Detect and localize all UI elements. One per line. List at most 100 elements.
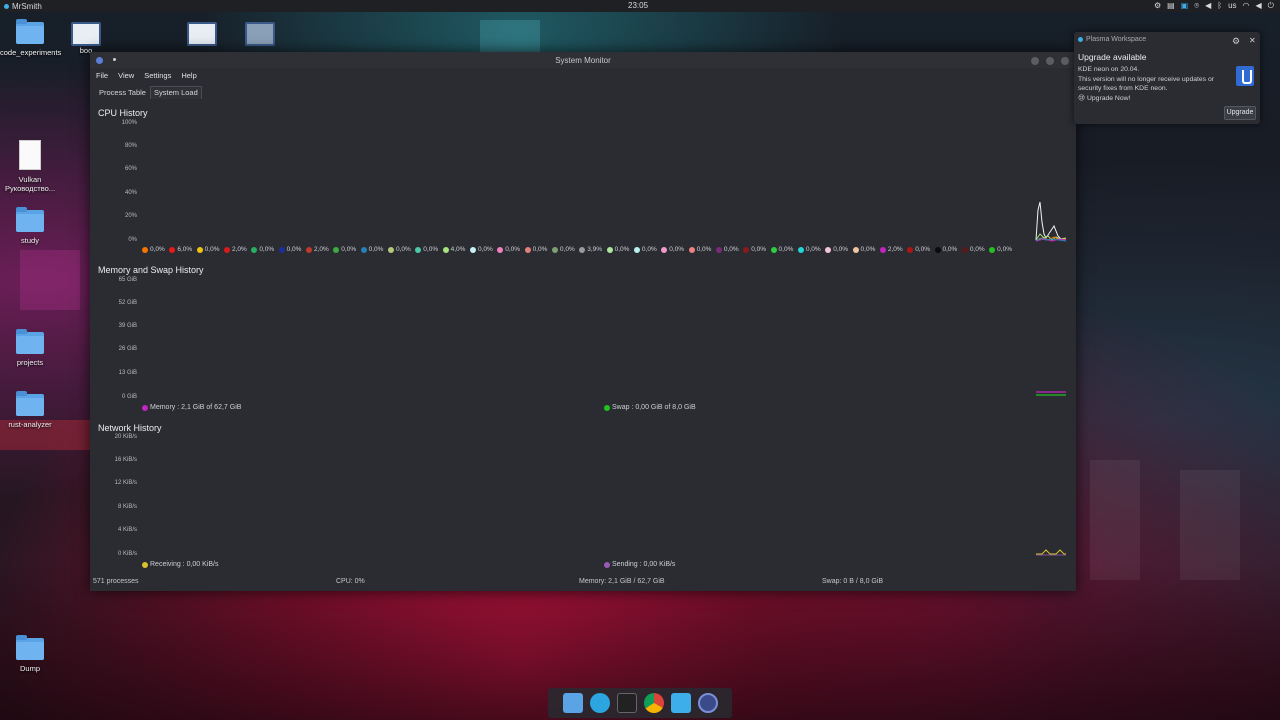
menu-bar: File View Settings Help (90, 70, 207, 82)
chrome-icon[interactable] (643, 693, 664, 713)
cpu-legend-item: 0,0% (333, 246, 356, 253)
wallpaper-detail (20, 250, 80, 310)
desktop-icon-app-2[interactable] (172, 22, 232, 46)
discover-icon[interactable]: ▣ (1181, 0, 1189, 12)
notification-link[interactable]: 😢 Upgrade Now! (1078, 94, 1228, 104)
memory-history-graph (1036, 391, 1066, 396)
menu-view[interactable]: View (118, 70, 134, 82)
location-icon[interactable]: ⌾ (1194, 0, 1199, 12)
kde-neon-icon (1236, 66, 1254, 86)
notification-app-name: Plasma Workspace (1086, 36, 1147, 43)
swap-legend-dot (604, 404, 610, 411)
tab-process-table[interactable]: Process Table (95, 86, 150, 99)
display-icon[interactable]: ⚙ (1154, 0, 1161, 12)
cpu-legend-item: 0,0% (469, 246, 493, 253)
desktop-icon-projects[interactable]: projects (0, 329, 60, 367)
user-menu[interactable]: MrSmith (0, 2, 42, 11)
bluetooth-icon[interactable]: ᛒ (1217, 0, 1222, 12)
cpu-legend-value: 0,0% (860, 246, 876, 253)
cpu-legend-value: 2,0% (231, 246, 247, 253)
desktop-icon-study[interactable]: study (0, 207, 60, 245)
clock[interactable]: 23:05 (628, 1, 648, 10)
notification-heading: Upgrade available (1078, 52, 1147, 62)
username: MrSmith (12, 1, 42, 11)
cpu-legend-item: 0,0% (196, 246, 219, 253)
desktop-icon-label: Vulkan Руководство... (4, 175, 56, 193)
cpu-legend-item: 0,0% (415, 246, 438, 253)
cpu-legend-item: 0,0% (743, 246, 766, 253)
desktop-icon-boo[interactable]: boo (56, 22, 116, 55)
receiving-trace (1036, 549, 1066, 555)
status-cpu: CPU: 0% (336, 578, 365, 585)
cpu-legend-item: 0,0% (278, 246, 302, 253)
clipboard-icon[interactable]: ▤ (1167, 0, 1175, 12)
cpu-legend-value: 0,0% (778, 246, 794, 253)
memory-y-label: 39 GiB (118, 323, 137, 329)
maximize-button[interactable] (1046, 57, 1054, 65)
cpu-legend-dot (333, 246, 340, 253)
cpu-legend-value: 0,0% (833, 246, 849, 253)
cpu-legend: 0,0% 6,0% 0,0% 2,0% 0,0% 0,0% 2,0% 0,0% 0,0% 0,0%… (142, 246, 1017, 253)
cpu-legend-dot (879, 246, 886, 253)
desktop-icon-code-experiments[interactable]: code_experiments (0, 19, 61, 57)
cpu-legend-dot (743, 246, 750, 253)
network-history-graph (1036, 549, 1066, 556)
upgrade-button[interactable]: Upgrade (1224, 106, 1256, 120)
cpu-legend-value: 0,0% (286, 246, 302, 253)
cpu-legend-value: 0,0% (969, 246, 985, 253)
cpu-legend-item: 0,0% (688, 246, 712, 253)
kde-logo-icon (4, 3, 9, 9)
cpu-legend-dot (196, 246, 203, 253)
gear-icon[interactable]: ⚙ (1232, 36, 1240, 47)
cpu-legend-dot (715, 246, 722, 253)
volume-icon-2[interactable]: ◀ (1256, 0, 1262, 12)
cpu-legend-item: 0,0% (770, 246, 794, 253)
system-monitor-window: System Monitor File View Settings Help P… (90, 52, 1076, 591)
cpu-legend-item: 0,0% (961, 246, 985, 253)
power-icon[interactable]: ⏻ (1268, 0, 1274, 12)
cpu-y-label: 80% (124, 143, 137, 149)
telegram-icon[interactable] (589, 693, 610, 713)
cpu-legend-value: 0,0% (751, 246, 767, 253)
cpu-legend-item: 3,9% (579, 246, 602, 253)
desktop-icon-label: study (21, 236, 39, 245)
cpu-legend-dot (278, 246, 285, 253)
desktop-icon-vulkan-doc[interactable]: Vulkan Руководство... (0, 140, 60, 193)
receiving-legend: Receiving : 0,00 KiB/s (142, 561, 218, 568)
discover-icon[interactable] (670, 693, 691, 713)
cpu-legend-value: 0,0% (696, 246, 712, 253)
sending-legend-label: Sending : 0,00 KiB/s (612, 561, 676, 568)
cpu-y-label: 40% (124, 190, 137, 196)
window-titlebar[interactable]: System Monitor (90, 52, 1076, 68)
top-panel: MrSmith 23:05 ⚙ ▤ ▣ ⌾ ◀ ᛒ us ◠ ◀ ⏻ (0, 0, 1280, 12)
desktop-icon-dump[interactable]: Dump (0, 635, 60, 673)
close-icon[interactable]: ✕ (1249, 36, 1256, 45)
cpu-legend-item: 0,0% (852, 246, 876, 253)
memory-y-label: 65 GiB (118, 277, 137, 283)
minimize-button[interactable] (1031, 57, 1039, 65)
cpu-legend-dot (497, 246, 504, 253)
cpu-legend-item: 0,0% (825, 246, 848, 253)
memory-legend-dot (142, 404, 148, 411)
wifi-icon[interactable]: ◠ (1243, 0, 1250, 12)
notification-line: This version will no longer receive upda… (1078, 75, 1215, 93)
memory-y-label: 13 GiB (118, 370, 137, 376)
volume-icon[interactable]: ◀ (1205, 0, 1211, 12)
menu-file[interactable]: File (96, 70, 108, 82)
system-monitor-icon[interactable] (697, 693, 718, 713)
menu-settings[interactable]: Settings (144, 70, 171, 82)
cpu-legend-dot (223, 246, 230, 253)
system-tray: ⚙ ▤ ▣ ⌾ ◀ ᛒ us ◠ ◀ ⏻ (1154, 0, 1274, 12)
desktop-icon-app-3[interactable] (230, 22, 290, 46)
status-processes: 571 processes (93, 578, 139, 585)
close-button[interactable] (1061, 57, 1069, 65)
menu-help[interactable]: Help (181, 70, 196, 82)
files-icon[interactable] (562, 693, 583, 713)
keyboard-layout[interactable]: us (1228, 0, 1236, 12)
tab-system-load[interactable]: System Load (149, 86, 202, 99)
cpu-legend-item: 2,0% (879, 246, 903, 253)
inkscape-icon[interactable] (616, 693, 637, 713)
desktop-icon-label: projects (16, 358, 44, 367)
cpu-history-graph (1035, 201, 1066, 242)
desktop-icon-rust-analyzer[interactable]: rust-analyzer (0, 391, 60, 429)
